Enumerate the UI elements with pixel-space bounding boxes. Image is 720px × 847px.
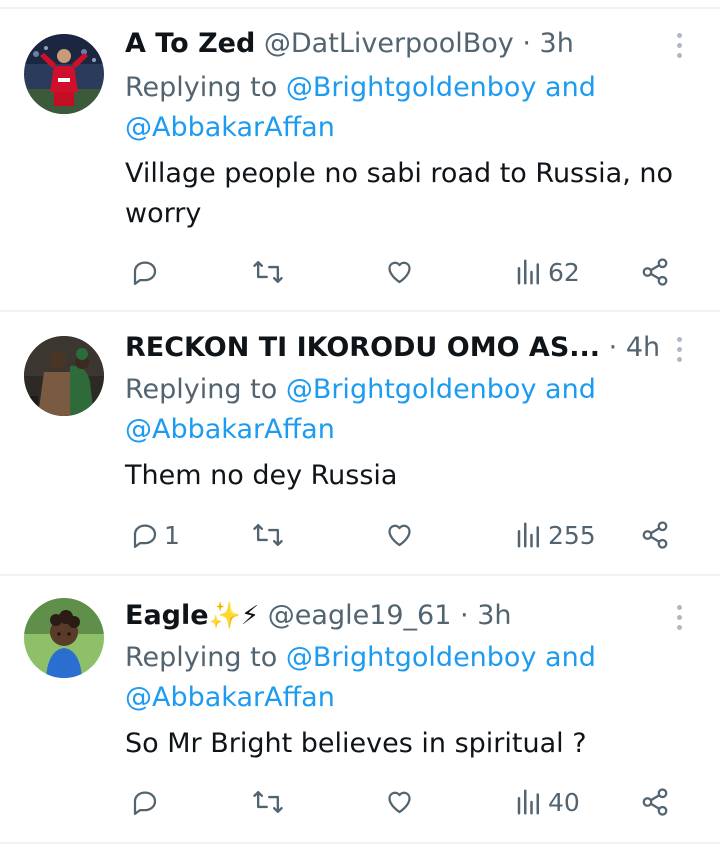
display-name[interactable]: Eagle xyxy=(125,600,209,631)
divider xyxy=(0,7,720,9)
reply-button[interactable]: 1 xyxy=(130,515,180,555)
mention-link[interactable]: @Brightgoldenboy xyxy=(286,642,537,673)
mention-link[interactable]: @AbbakarAffan xyxy=(125,682,335,713)
views-icon xyxy=(517,259,539,285)
tweet[interactable]: A To Zed @DatLiverpoolBoy · 3h Replying … xyxy=(0,26,720,306)
replying-prefix: Replying to xyxy=(125,72,278,103)
like-button[interactable] xyxy=(384,515,415,555)
mention-link[interactable]: @AbbakarAffan xyxy=(125,112,335,143)
action-bar: 62 xyxy=(0,252,720,292)
reply-button[interactable] xyxy=(130,252,164,292)
divider xyxy=(0,310,720,312)
tweet-text: So Mr Bright believes in spiritual ? xyxy=(125,724,705,764)
tweet-text: Them no dey Russia xyxy=(125,456,705,496)
views-icon xyxy=(517,522,539,548)
like-icon xyxy=(388,261,411,284)
more-icon[interactable] xyxy=(670,602,690,634)
reply-icon xyxy=(133,524,157,548)
share-icon xyxy=(642,521,668,549)
tweet-text-line: So Mr Bright believes in spiritual ? xyxy=(125,728,587,759)
tweet-header: RECKON TI IKORODU OMO AS... · 4h xyxy=(125,330,660,366)
timestamp[interactable]: 3h xyxy=(477,600,511,631)
like-button[interactable] xyxy=(384,782,415,822)
tweet[interactable]: RECKON TI IKORODU OMO AS... · 4h Replyin… xyxy=(0,330,720,570)
replying-prefix: Replying to xyxy=(125,374,278,405)
share-button[interactable] xyxy=(640,252,670,292)
mention-and[interactable]: and xyxy=(545,72,596,103)
retweet-button[interactable] xyxy=(252,782,284,822)
tweet-header: Eagle✨⚡ @eagle19_61 · 3h xyxy=(125,598,512,634)
mention-and[interactable]: and xyxy=(545,374,596,405)
retweet-button[interactable] xyxy=(252,515,284,555)
share-icon xyxy=(642,258,668,286)
replying-to: Replying to @Brightgoldenboy and @Abbaka… xyxy=(125,370,705,450)
name-emoji: ✨⚡ xyxy=(208,601,260,631)
share-button[interactable] xyxy=(640,782,670,822)
views-button[interactable]: 62 xyxy=(514,252,580,292)
replying-prefix: Replying to xyxy=(125,642,278,673)
user-handle[interactable]: @DatLiverpoolBoy xyxy=(264,28,514,59)
display-name[interactable]: RECKON TI IKORODU OMO AS... xyxy=(125,332,600,363)
tweet[interactable]: Eagle✨⚡ @eagle19_61 · 3h Replying to @Br… xyxy=(0,598,720,838)
action-bar: 40 xyxy=(0,782,720,822)
retweet-icon xyxy=(253,790,283,814)
retweet-icon xyxy=(253,523,283,547)
like-button[interactable] xyxy=(384,252,415,292)
retweet-icon xyxy=(253,260,283,284)
divider xyxy=(0,574,720,576)
more-icon[interactable] xyxy=(670,30,690,62)
view-count: 62 xyxy=(548,257,580,287)
avatar[interactable] xyxy=(24,34,104,114)
user-handle[interactable]: @eagle19_61 xyxy=(268,600,452,631)
separator-dot: · xyxy=(460,600,469,631)
replying-to: Replying to @Brightgoldenboy and @Abbaka… xyxy=(125,638,705,718)
view-count: 255 xyxy=(548,520,596,550)
views-button[interactable]: 255 xyxy=(514,515,596,555)
share-icon xyxy=(642,788,668,816)
mention-link[interactable]: @AbbakarAffan xyxy=(125,414,335,445)
reply-icon xyxy=(133,791,157,815)
mention-and[interactable]: and xyxy=(545,642,596,673)
like-icon xyxy=(388,524,411,547)
tweet-text-line: Village people no sabi road to Russia, n… xyxy=(125,158,674,189)
mention-link[interactable]: @Brightgoldenboy xyxy=(286,72,537,103)
reply-button[interactable] xyxy=(130,782,164,822)
replying-to: Replying to @Brightgoldenboy and @Abbaka… xyxy=(125,68,705,148)
share-button[interactable] xyxy=(640,515,670,555)
avatar[interactable] xyxy=(24,598,104,678)
retweet-button[interactable] xyxy=(252,252,284,292)
mention-link[interactable]: @Brightgoldenboy xyxy=(286,374,537,405)
reply-count: 1 xyxy=(164,520,180,550)
avatar[interactable] xyxy=(24,336,104,416)
tweet-text-line: worry xyxy=(125,198,202,229)
tweet-text: Village people no sabi road to Russia, n… xyxy=(125,154,705,234)
reply-icon xyxy=(133,261,157,285)
timestamp[interactable]: 4h xyxy=(626,332,660,363)
timestamp[interactable]: 3h xyxy=(540,28,574,59)
like-icon xyxy=(388,791,411,814)
separator-dot: · xyxy=(522,28,531,59)
separator-dot: · xyxy=(608,332,618,363)
view-count: 40 xyxy=(548,787,580,817)
divider xyxy=(0,842,720,844)
action-bar: 1 255 xyxy=(0,515,720,555)
display-name[interactable]: A To Zed xyxy=(125,28,255,59)
views-button[interactable]: 40 xyxy=(514,782,580,822)
more-icon[interactable] xyxy=(670,334,690,366)
views-icon xyxy=(517,789,539,815)
tweet-header: A To Zed @DatLiverpoolBoy · 3h xyxy=(125,26,574,62)
tweet-text-line: Them no dey Russia xyxy=(125,460,398,491)
